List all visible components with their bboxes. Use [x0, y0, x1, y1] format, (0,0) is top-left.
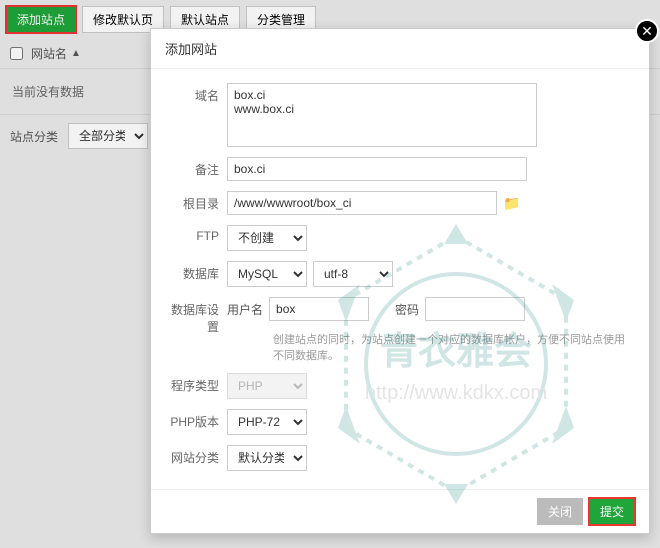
db-charset-select[interactable]: utf-8 [313, 261, 393, 287]
root-label: 根目录 [169, 191, 227, 212]
phpver-select[interactable]: PHP-72 [227, 409, 307, 435]
domain-label: 域名 [169, 83, 227, 104]
program-type-label: 程序类型 [169, 373, 227, 394]
phpver-label: PHP版本 [169, 409, 227, 430]
close-button[interactable]: 关闭 [537, 498, 583, 525]
dialog-title: 添加网站 [151, 29, 649, 69]
dialog-close-button[interactable]: ✕ [635, 19, 659, 43]
note-input[interactable] [227, 157, 527, 181]
add-site-dialog: ✕ 添加网站 青衣雅会 http://ww [150, 28, 650, 534]
db-hint-text: 创建站点的同时，为站点创建一个对应的数据库帐户，方便不同站点使用不同数据库。 [273, 331, 631, 363]
site-category-select[interactable]: 默认分类 [227, 445, 307, 471]
db-pass-input[interactable] [425, 297, 525, 321]
folder-icon[interactable]: 📁 [503, 195, 520, 212]
site-category-label: 网站分类 [169, 445, 227, 466]
program-type-select: PHP [227, 373, 307, 399]
domain-textarea[interactable]: box.ci www.box.ci [227, 83, 537, 147]
note-label: 备注 [169, 157, 227, 178]
ftp-label: FTP [169, 225, 227, 243]
db-type-select[interactable]: MySQL [227, 261, 307, 287]
ftp-select[interactable]: 不创建 [227, 225, 307, 251]
submit-button[interactable]: 提交 [589, 498, 635, 525]
db-user-label: 用户名 [227, 301, 263, 318]
db-settings-label: 数据库设置 [169, 297, 227, 335]
db-user-input[interactable] [269, 297, 369, 321]
db-label: 数据库 [169, 261, 227, 282]
db-pass-label: 密码 [395, 301, 419, 318]
watermark: 青衣雅会 http://www.kdkx.com [296, 204, 616, 524]
root-dir-input[interactable] [227, 191, 497, 215]
